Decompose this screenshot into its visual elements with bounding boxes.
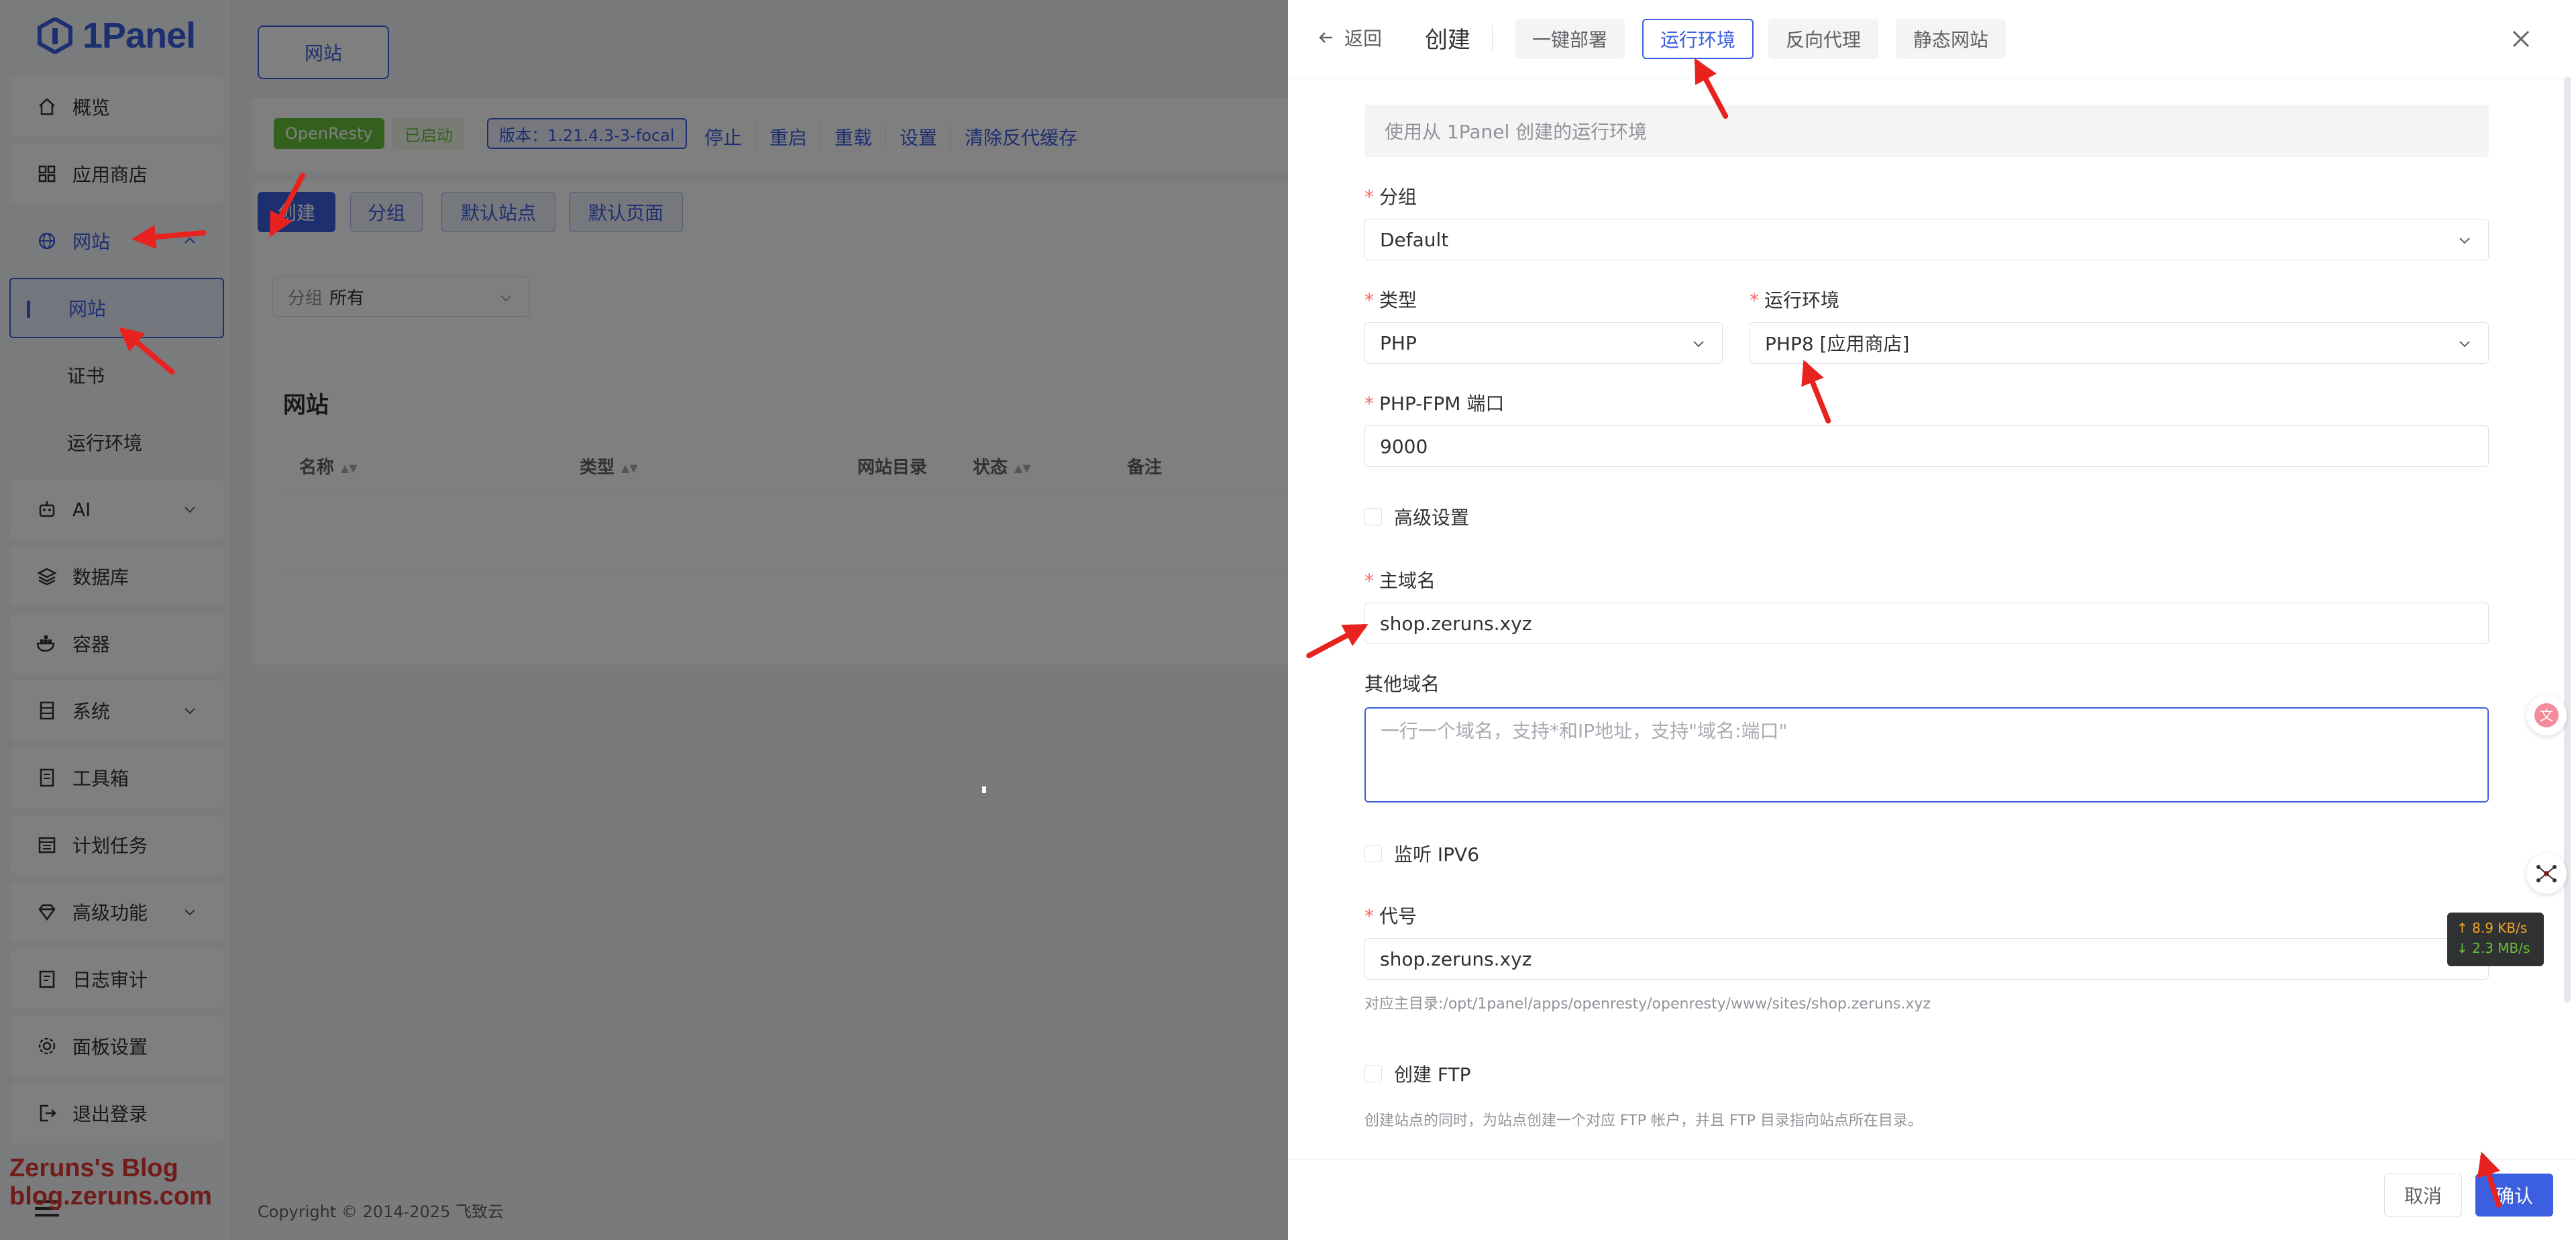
fpm-port-input[interactable]: 9000	[1364, 425, 2489, 467]
runtime-notice: 使用从 1Panel 创建的运行环境	[1364, 105, 2489, 157]
chevron-down-icon	[1693, 341, 1704, 348]
header-separator	[1492, 25, 1493, 52]
modal-overlay[interactable]	[0, 0, 1288, 1240]
alias-hint: 对应主目录:/opt/1panel/apps/openresty/openres…	[1364, 996, 1931, 1013]
alias-input[interactable]: shop.zeruns.xyz	[1364, 938, 2489, 980]
chevron-down-icon	[2459, 238, 2470, 244]
mouse-cursor	[982, 786, 986, 793]
tab-static-site[interactable]: 静态网站	[1896, 19, 2006, 59]
ipv6-checkbox[interactable]: 监听 IPV6	[1364, 840, 1479, 867]
create-website-drawer: 返回 创建 一键部署 运行环境 反向代理 静态网站 使用从 1Panel 创建的…	[1288, 0, 2576, 1240]
checkbox-box	[1364, 508, 1382, 525]
create-ftp-checkbox[interactable]: 创建 FTP	[1364, 1060, 1471, 1087]
svg-text:文: 文	[2540, 707, 2553, 723]
type-select[interactable]: PHP	[1364, 322, 1723, 364]
checkbox-box	[1364, 845, 1382, 862]
tab-one-click-deploy[interactable]: 一键部署	[1515, 19, 1625, 59]
tab-runtime[interactable]: 运行环境	[1642, 19, 1754, 59]
drawer-footer: 取消 确认	[1288, 1159, 2576, 1240]
drawer-scrollbar[interactable]	[2564, 76, 2571, 1002]
translate-float-button[interactable]: 文	[2526, 695, 2567, 735]
checkbox-box	[1364, 1065, 1382, 1082]
fpm-port-label: * PHP-FPM 端口	[1364, 393, 1505, 415]
runtime-select[interactable]: PHP8 [应用商店]	[1750, 322, 2489, 364]
runtime-label: * 运行环境	[1750, 289, 1840, 311]
upload-speed: ↑ 8.9 KB/s	[2457, 920, 2528, 936]
type-label: * 类型	[1364, 289, 1417, 311]
advanced-settings-checkbox[interactable]: 高级设置	[1364, 503, 1469, 530]
primary-domain-label: * 主域名	[1364, 570, 1436, 592]
chevron-down-icon	[2459, 341, 2470, 348]
ftp-hint: 创建站点的同时，为站点创建一个对应 FTP 帐户，并且 FTP 目录指向站点所在…	[1364, 1113, 1923, 1129]
other-domains-textarea[interactable]: 一行一个域名，支持*和IP地址，支持"域名:端口"	[1364, 707, 2489, 803]
back-button[interactable]: 返回	[1318, 24, 1382, 51]
cancel-button[interactable]: 取消	[2384, 1174, 2462, 1217]
translate-icon: 文	[2534, 703, 2559, 727]
assistant-float-button[interactable]	[2526, 854, 2567, 894]
network-speed-widget: ↑ 8.9 KB/s ↓ 2.3 MB/s	[2447, 913, 2544, 966]
download-speed: ↓ 2.3 MB/s	[2457, 940, 2530, 956]
network-nodes-icon	[2536, 865, 2557, 882]
tab-reverse-proxy[interactable]: 反向代理	[1768, 19, 1878, 59]
close-icon[interactable]	[2509, 27, 2533, 51]
alias-label: * 代号	[1364, 905, 1417, 927]
arrow-left-icon	[1319, 32, 1332, 43]
other-domains-label: 其他域名	[1364, 673, 1440, 695]
group-label: * 分组	[1364, 186, 1417, 208]
drawer-title: 创建	[1425, 27, 1470, 54]
primary-domain-input[interactable]: shop.zeruns.xyz	[1364, 603, 2489, 644]
drawer-header: 返回 创建 一键部署 运行环境 反向代理 静态网站	[1288, 0, 2576, 79]
group-select[interactable]: Default	[1364, 219, 2489, 260]
